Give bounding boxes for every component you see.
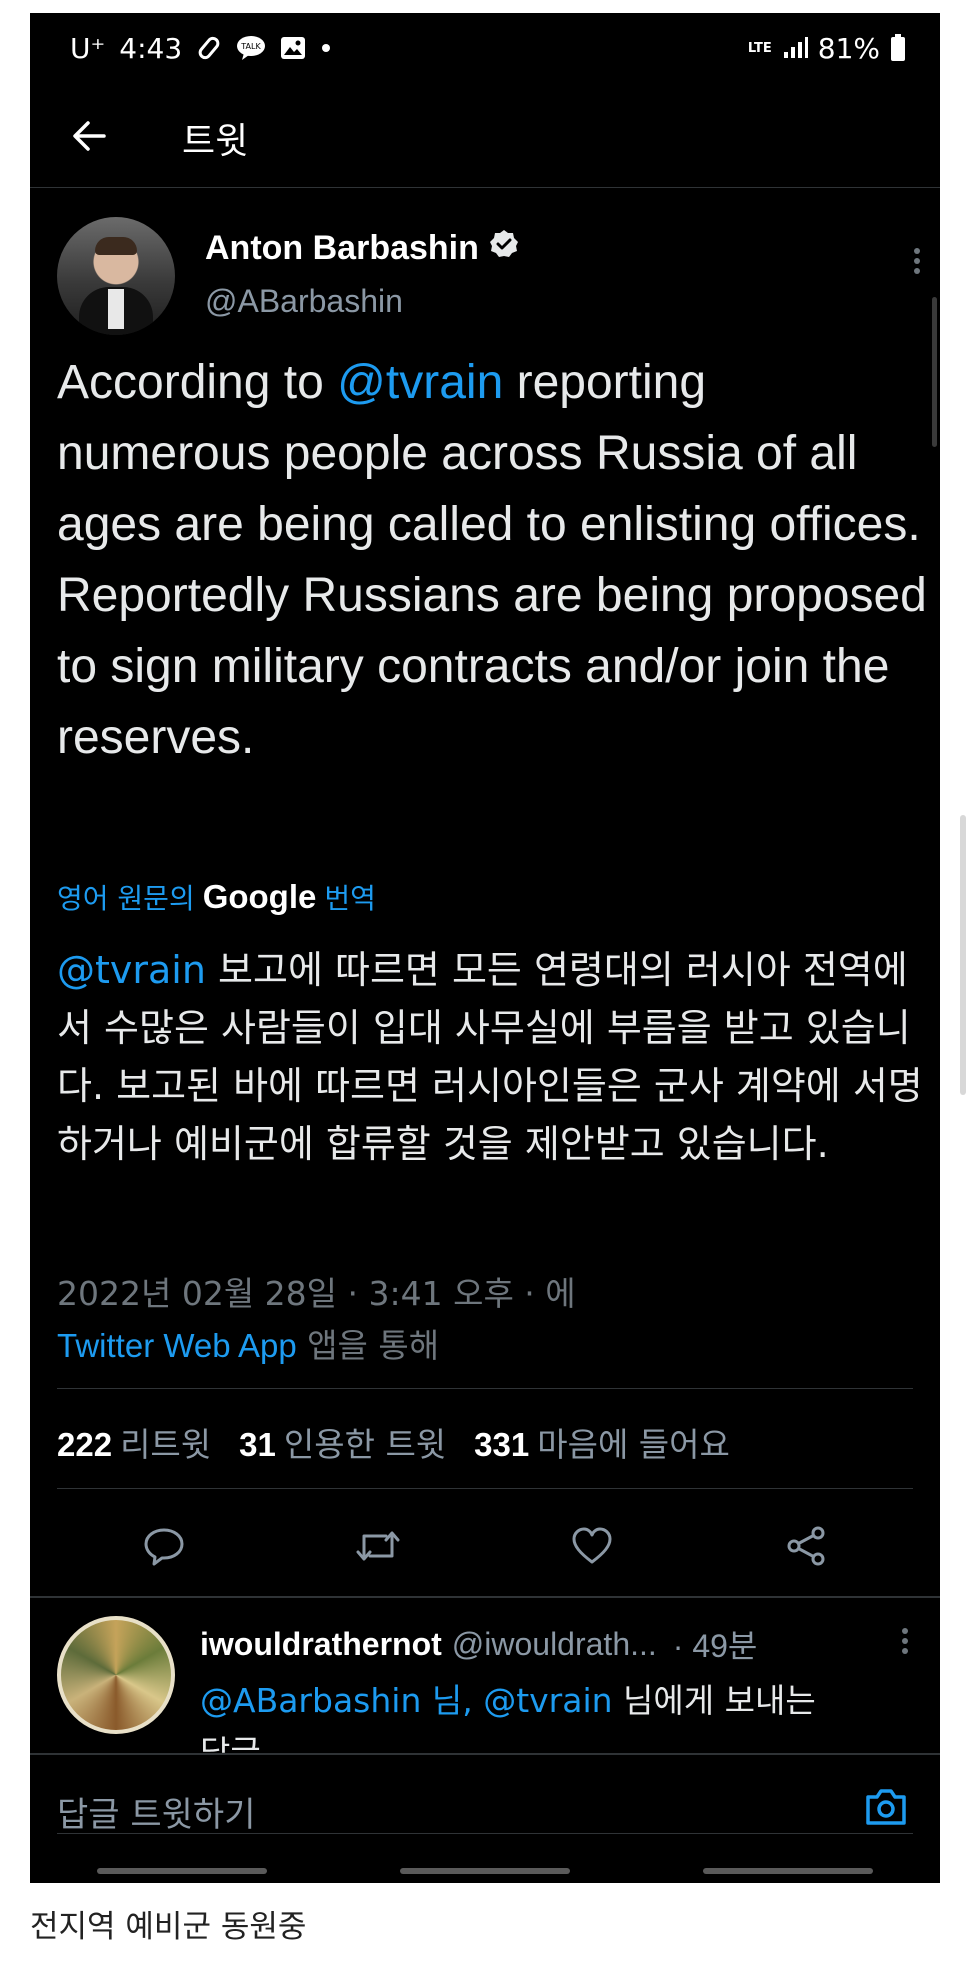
author-name-row[interactable]: Anton Barbashin <box>205 229 519 268</box>
translated-mention-link[interactable]: @tvrain <box>57 948 206 992</box>
likes-label: 마음에 들어요 <box>537 1425 730 1464</box>
battery-percent: 81% <box>817 31 880 65</box>
reply-icon <box>142 1524 186 1572</box>
avatar-hair <box>95 237 137 255</box>
top-header: 트윗 <box>30 93 940 183</box>
quotes-stat[interactable]: 31 인용한 트윗 <box>239 1418 446 1466</box>
reply-mention-abarbashin[interactable]: @ABarbashin <box>200 1681 421 1720</box>
post-caption: 전지역 예비군 동원중 <box>30 1909 307 1945</box>
header-divider <box>30 187 940 188</box>
reply-time: · 49분 <box>672 1628 758 1664</box>
retweets-label: 리트윗 <box>120 1425 212 1464</box>
reply-header: iwouldrathernot @iwouldrath... · 49분 <box>200 1621 915 1667</box>
stats-bottom-divider <box>57 1488 913 1489</box>
dot-icon <box>320 42 332 54</box>
source-suffix: 앱을 통해 <box>296 1326 440 1365</box>
time-label: 4:43 <box>119 31 183 65</box>
retweets-count: 222 <box>57 1426 113 1463</box>
avatar-shirt <box>108 289 124 329</box>
status-bar: U⁺ 4:43 TALK LTE 81% <box>30 13 940 83</box>
talk-icon: TALK <box>236 35 266 61</box>
phone-screen: U⁺ 4:43 TALK LTE 81% 트윗 Anton Barbashin … <box>30 13 940 1883</box>
tweet-actions <box>57 1518 913 1578</box>
stats-top-divider <box>57 1388 913 1389</box>
author-avatar[interactable] <box>57 217 175 335</box>
carrier-label: U⁺ <box>70 31 106 65</box>
reply-mid-text-2: 님에게 보내는 <box>612 1681 816 1720</box>
back-arrow-icon[interactable] <box>70 117 108 159</box>
retweet-icon <box>354 1524 402 1572</box>
tweet-stats: 222 리트윗 31 인용한 트윗 331 마음에 들어요 <box>57 1418 730 1466</box>
like-icon <box>570 1524 614 1572</box>
translate-prefix: 영어 원문의 <box>57 882 195 915</box>
camera-button[interactable] <box>862 1783 910 1831</box>
tweet-timestamp: 2022년 02월 28일 · 3:41 오후 · 에 <box>57 1274 576 1313</box>
tweet-body: According to @tvrain reporting numerous … <box>57 347 927 773</box>
svg-text:TALK: TALK <box>240 42 261 51</box>
nav-home-button[interactable] <box>399 1868 570 1874</box>
reply-compose-bar: 답글 트윗하기 <box>30 1753 940 1863</box>
more-options-icon[interactable] <box>907 241 927 281</box>
translate-suffix: 번역 <box>324 882 376 915</box>
network-type: LTE <box>747 40 772 56</box>
nav-recents-button[interactable] <box>96 1868 267 1874</box>
page-scroll-indicator <box>960 815 966 1095</box>
tweet-text-rest: reporting numerous people across Russia … <box>57 356 927 764</box>
share-button[interactable] <box>776 1518 836 1578</box>
likes-count: 331 <box>474 1426 530 1463</box>
compose-bottom-divider <box>57 1833 913 1834</box>
author-name: Anton Barbashin <box>205 229 479 267</box>
tweet-source: Twitter Web App 앱을 통해 <box>57 1319 439 1367</box>
reply-avatar[interactable] <box>57 1616 175 1734</box>
reply-author-handle: @iwouldrath... <box>451 1625 657 1662</box>
tweet-author: Anton Barbashin @ABarbashin <box>57 213 927 335</box>
author-handle: @ABarbashin <box>205 283 403 319</box>
retweet-button[interactable] <box>348 1518 408 1578</box>
reply-mid-text-1: 님, <box>421 1681 484 1720</box>
reply-more-icon[interactable] <box>895 1623 915 1659</box>
share-icon <box>784 1524 828 1572</box>
likes-stat[interactable]: 331 마음에 들어요 <box>474 1418 730 1466</box>
translated-text: @tvrain 보고에 따르면 모든 연령대의 러시아 전역에서 수많은 사람들… <box>57 941 927 1173</box>
scrollbar-thumb[interactable] <box>932 297 937 447</box>
status-right: LTE 81% <box>748 32 906 65</box>
source-app-link[interactable]: Twitter Web App <box>57 1327 297 1364</box>
mention-link-tvrain[interactable]: @tvrain <box>337 356 503 409</box>
reply-section-divider <box>30 1596 940 1598</box>
verified-badge-icon <box>489 229 519 268</box>
reply-line-2: 답글 <box>200 1733 261 1753</box>
reply-compose-input[interactable]: 답글 트윗하기 <box>57 1787 256 1836</box>
clip-icon <box>196 35 222 61</box>
translation-attribution[interactable]: 영어 원문의 Google 번역 <box>57 877 376 917</box>
quotes-count: 31 <box>239 1426 276 1463</box>
quotes-label: 인용한 트윗 <box>283 1425 447 1464</box>
signal-icon <box>782 36 808 60</box>
reply-author-name[interactable]: iwouldrathernot <box>200 1626 442 1663</box>
reply-mention-tvrain[interactable]: @tvrain <box>483 1681 612 1720</box>
tweet-text-prefix: According to <box>57 356 338 409</box>
system-nav-bar <box>30 1868 940 1878</box>
battery-icon <box>890 34 906 62</box>
retweets-stat[interactable]: 222 리트윗 <box>57 1418 211 1466</box>
status-left: U⁺ 4:43 TALK <box>70 32 332 65</box>
nav-back-button[interactable] <box>703 1868 874 1874</box>
reply-text: @ABarbashin 님, @tvrain 님에게 보내는답글 <box>200 1675 915 1753</box>
reply-button[interactable] <box>134 1518 194 1578</box>
like-button[interactable] <box>562 1518 622 1578</box>
page-title: 트윗 <box>182 121 249 162</box>
image-icon <box>280 36 306 60</box>
google-logo: Google <box>202 878 317 915</box>
